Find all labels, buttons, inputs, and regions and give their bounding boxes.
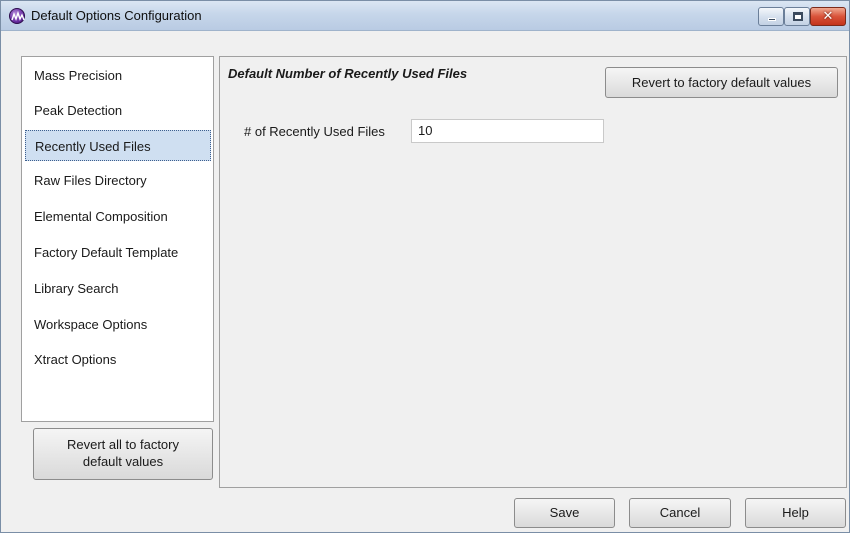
category-list: Mass Precision Peak Detection Recently U… xyxy=(21,56,214,422)
revert-all-button[interactable]: Revert all to factory default values xyxy=(33,428,213,480)
cancel-button[interactable]: Cancel xyxy=(629,498,731,528)
sidebar-item-raw-files-directory[interactable]: Raw Files Directory xyxy=(25,165,211,196)
close-icon: ✕ xyxy=(822,9,834,24)
close-button[interactable]: ✕ xyxy=(810,7,846,26)
maximize-button[interactable] xyxy=(784,7,810,26)
window-title: Default Options Configuration xyxy=(31,8,202,23)
sidebar-item-workspace-options[interactable]: Workspace Options xyxy=(25,309,211,340)
sidebar-item-xtract-options[interactable]: Xtract Options xyxy=(25,344,211,375)
title-bar[interactable]: Default Options Configuration ✕ xyxy=(1,1,849,31)
sidebar-item-elemental-composition[interactable]: Elemental Composition xyxy=(25,201,211,232)
recent-files-count-label: # of Recently Used Files xyxy=(244,124,385,139)
sidebar-item-peak-detection[interactable]: Peak Detection xyxy=(25,95,211,126)
sidebar-item-mass-precision[interactable]: Mass Precision xyxy=(25,60,211,91)
sidebar-item-library-search[interactable]: Library Search xyxy=(25,273,211,304)
help-button[interactable]: Help xyxy=(745,498,846,528)
revert-all-label-line1: Revert all to factory xyxy=(67,437,179,452)
settings-panel: Default Number of Recently Used Files Re… xyxy=(219,56,847,488)
revert-to-defaults-button[interactable]: Revert to factory default values xyxy=(605,67,838,98)
panel-title: Default Number of Recently Used Files xyxy=(228,66,468,81)
recent-files-count-input[interactable]: 10 xyxy=(411,119,604,143)
sidebar-item-factory-default-template[interactable]: Factory Default Template xyxy=(25,237,211,268)
options-dialog: Default Options Configuration ✕ Mass Pre… xyxy=(0,0,850,533)
revert-all-label-line2: default values xyxy=(82,454,164,469)
minimize-icon xyxy=(768,18,776,21)
app-logo-icon xyxy=(9,8,25,24)
minimize-button[interactable] xyxy=(758,7,784,26)
save-button[interactable]: Save xyxy=(514,498,615,528)
sidebar-item-recently-used-files[interactable]: Recently Used Files xyxy=(25,130,211,161)
maximize-icon xyxy=(793,12,803,21)
